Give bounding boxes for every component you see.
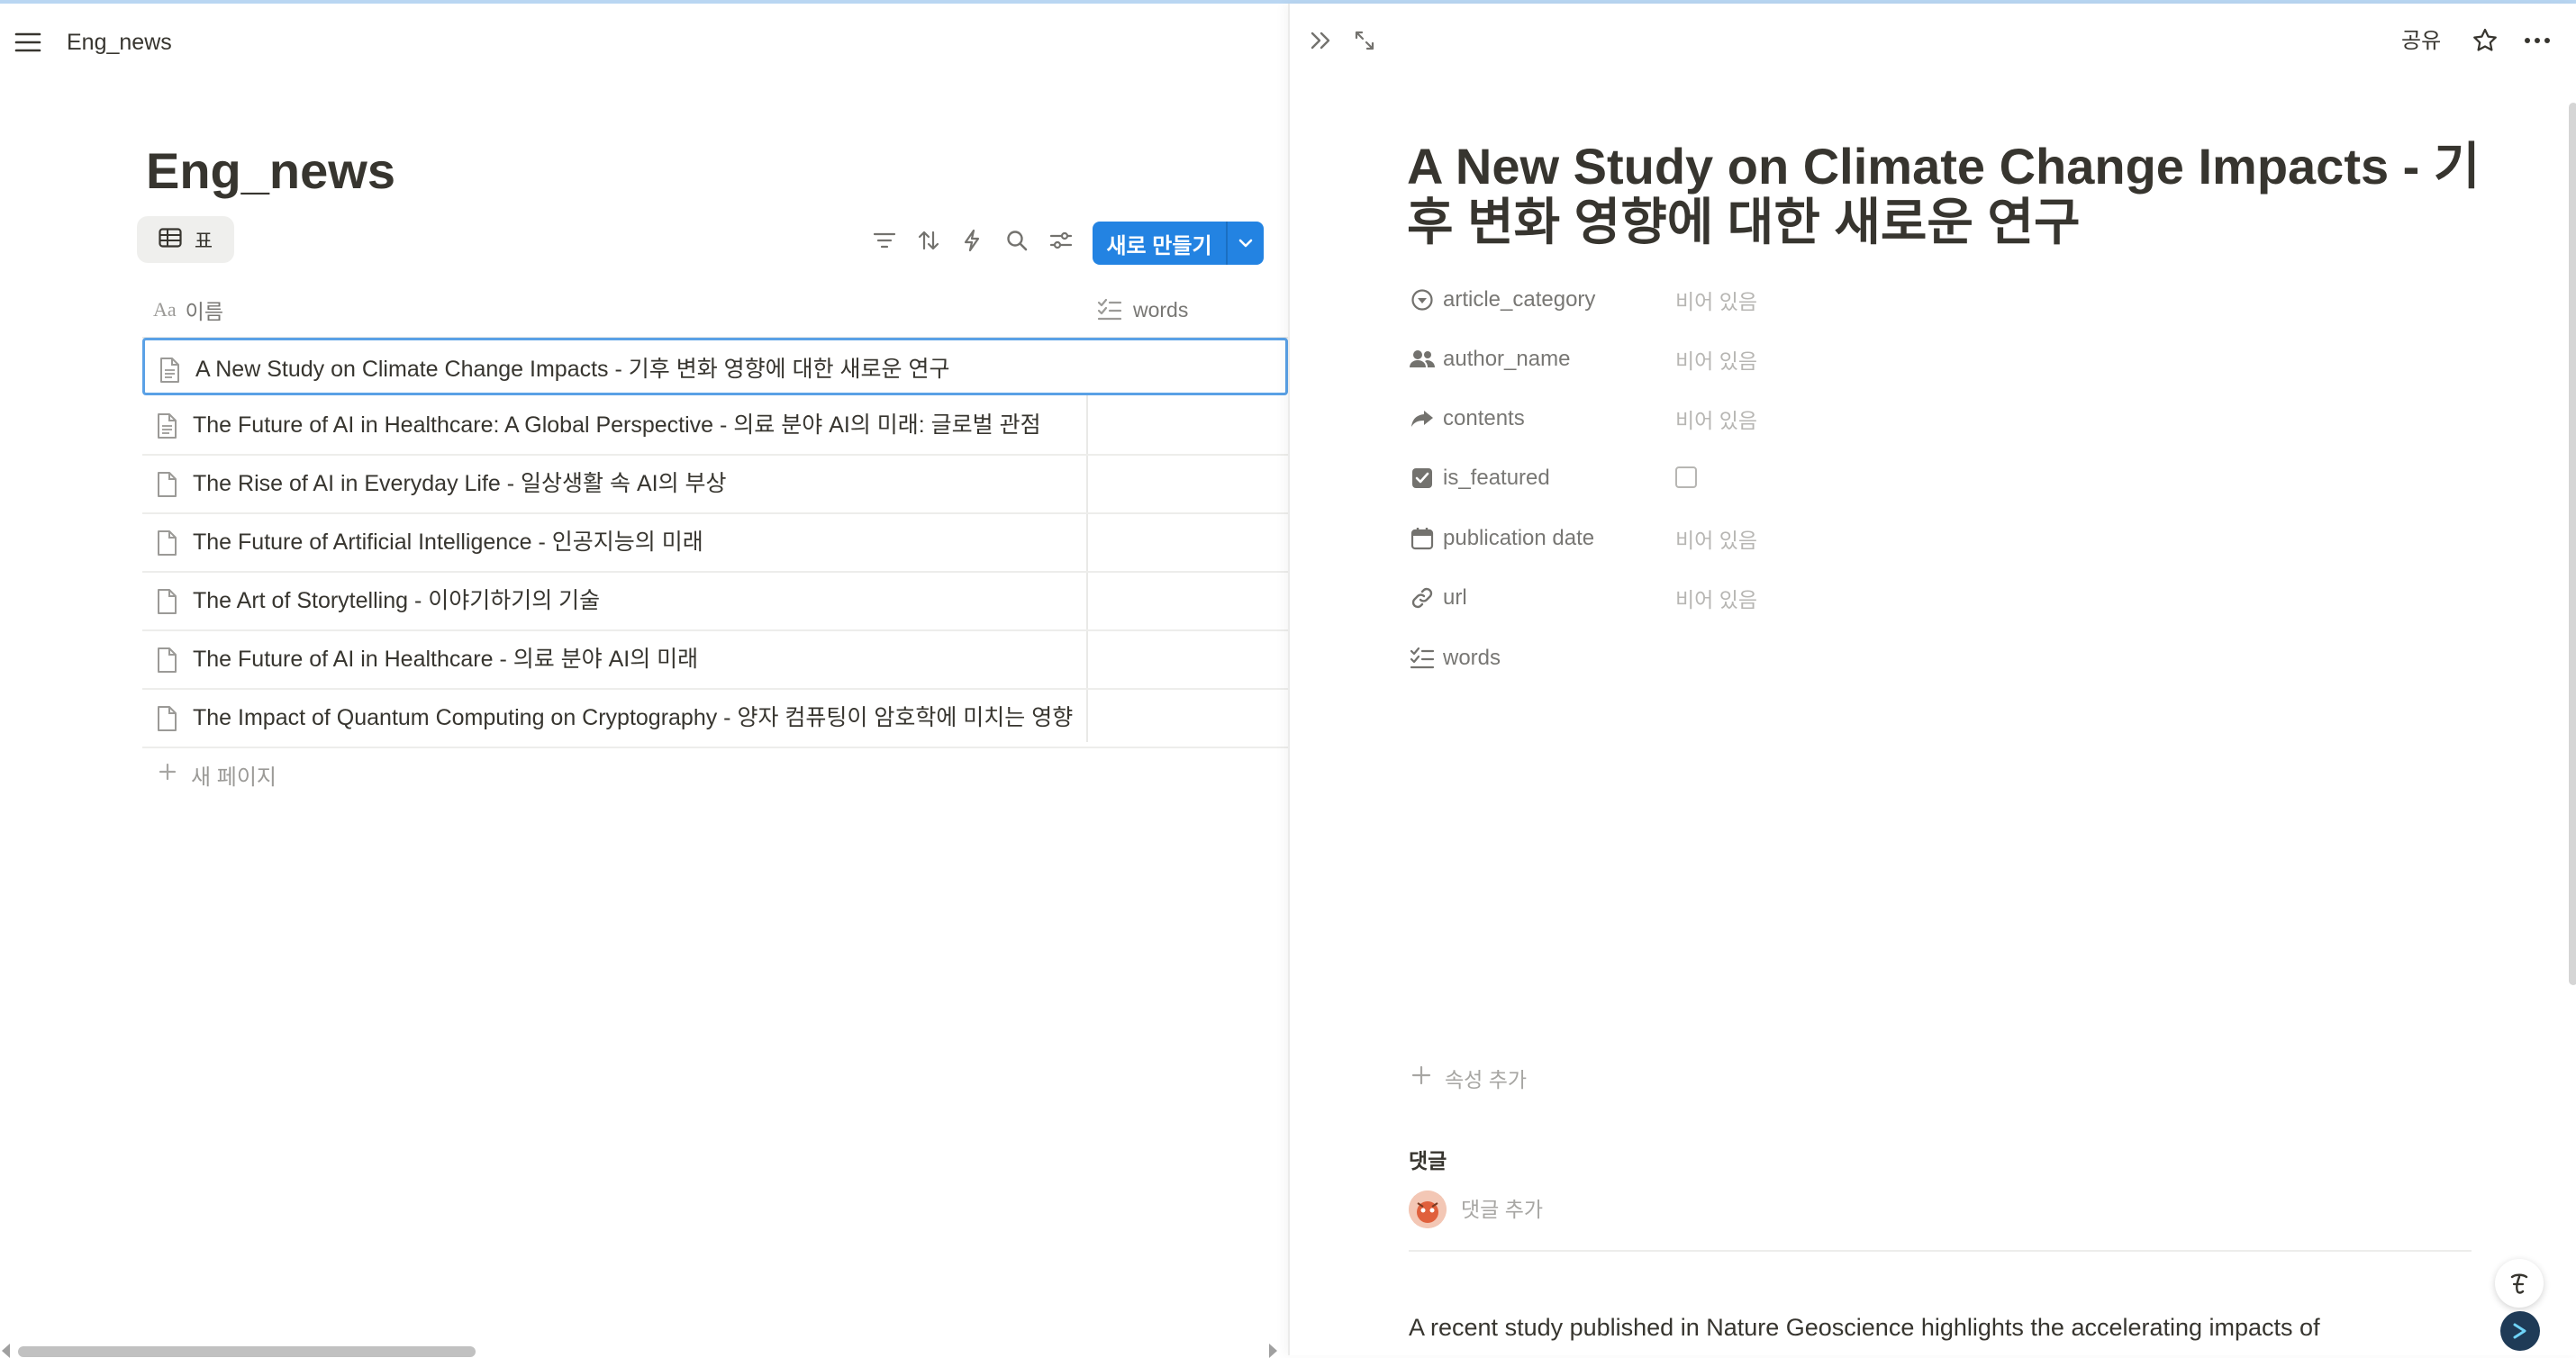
property-name: words [1443,646,1501,670]
filter-icon[interactable] [871,227,898,254]
sort-icon[interactable] [915,227,942,254]
row-title[interactable]: The Future of AI in Healthcare: A Global… [193,396,1041,454]
text-property-icon: Aa [153,298,177,321]
automation-lightning-icon[interactable] [958,227,985,254]
page-icon [155,471,178,498]
is-featured-checkbox[interactable] [1675,466,1697,488]
share-button[interactable]: 공유 [2401,25,2441,58]
row-title[interactable]: The Rise of AI in Everyday Life - 일상생활 속… [193,455,727,512]
scroll-left-arrow-icon[interactable] [2,1344,10,1358]
tab-label: 표 [194,230,213,252]
page-title[interactable]: Eng_news [146,139,395,204]
link-icon [1409,584,1436,611]
plus-icon [159,762,177,787]
search-icon[interactable] [1003,227,1030,254]
property-name: contents [1443,406,1525,430]
people-icon [1409,346,1436,373]
new-button-label: 새로 만들기 [1106,233,1212,258]
property-value[interactable]: 비어 있음 [1675,403,1757,434]
property-author-name[interactable]: author_name 비어 있음 [1409,339,1757,380]
property-value[interactable]: 비어 있음 [1675,344,1757,375]
calendar-icon [1409,525,1436,552]
table-row[interactable]: The Future of AI in Healthcare - 의료 분야 A… [142,630,1288,690]
page-peek-pane: 공유 A New Study on Climate Change Impacts… [1288,4,2576,1355]
column-header-name[interactable]: Aa 이름 [153,288,223,331]
horizontal-scrollbar[interactable] [18,1346,476,1357]
chevron-down-icon[interactable] [1228,238,1264,249]
checklist-icon [1097,298,1122,321]
row-title[interactable]: The Impact of Quantum Computing on Crypt… [193,689,1073,747]
property-name: url [1443,585,1467,610]
page-icon [155,412,178,439]
close-peek-double-chevron-icon[interactable] [1306,25,1337,56]
document-body[interactable]: A recent study published in Nature Geosc… [1409,1306,2472,1349]
table-row[interactable]: The Art of Storytelling - 이야기하기의 기술 [142,572,1288,631]
row-title[interactable]: A New Study on Climate Change Impacts - … [195,340,950,398]
breadcrumb[interactable]: Eng_news [67,27,172,58]
column-header-label: 이름 [185,300,223,323]
property-name: article_category [1443,287,1596,312]
relation-arrow-icon [1409,405,1436,432]
property-words[interactable]: words [1409,638,1668,679]
add-comment-input[interactable]: 댓글 추가 [1461,1194,1543,1225]
hamburger-menu-icon[interactable] [13,27,43,58]
checkbox-icon [1409,465,1436,492]
new-item-button[interactable]: 새로 만들기 [1093,222,1264,265]
view-settings-icon[interactable] [1048,227,1075,254]
table-icon [159,227,182,252]
page-icon [155,530,178,557]
page-icon [158,357,181,384]
more-options-icon[interactable] [2522,25,2553,56]
vertical-scrollbar[interactable] [2569,103,2576,985]
property-name: is_featured [1443,466,1550,490]
ai-assistant-icon[interactable] [2495,1259,2544,1308]
property-value[interactable]: 비어 있음 [1675,583,1757,613]
row-title[interactable]: The Art of Storytelling - 이야기하기의 기술 [193,572,600,629]
comments-heading: 댓글 [1409,1149,1447,1172]
column-header-label: words [1133,297,1189,321]
tab-table-view[interactable]: 표 [137,216,234,263]
row-title[interactable]: The Future of Artificial Intelligence - … [193,513,703,571]
avatar [1409,1191,1447,1228]
page-icon [155,647,178,674]
scroll-right-arrow-icon[interactable] [1269,1344,1277,1358]
table-row[interactable]: A New Study on Climate Change Impacts - … [142,338,1288,395]
property-name: author_name [1443,347,1571,371]
add-property-label: 속성 추가 [1445,1068,1528,1091]
document-title[interactable]: A New Study on Climate Change Impacts - … [1407,139,2488,250]
expand-icon[interactable] [1349,25,1380,56]
column-header-words[interactable]: words [1097,288,1188,331]
property-is-featured[interactable]: is_featured [1409,457,1697,499]
status-icon [1409,286,1436,313]
add-property-button[interactable]: 속성 추가 [1410,1063,1527,1093]
property-value[interactable]: 비어 있음 [1675,523,1757,554]
property-url[interactable]: url 비어 있음 [1409,577,1757,619]
property-name: publication date [1443,526,1595,550]
page-icon [155,705,178,732]
property-value[interactable]: 비어 있음 [1675,285,1757,315]
checklist-icon [1409,645,1436,672]
page-icon [155,588,178,615]
property-publication-date[interactable]: publication date 비어 있음 [1409,518,1757,559]
table-row[interactable]: The Rise of AI in Everyday Life - 일상생활 속… [142,455,1288,514]
table-row[interactable]: The Future of AI in Healthcare: A Global… [142,396,1288,456]
table-row[interactable]: The Future of Artificial Intelligence - … [142,513,1288,573]
new-page-label: 새 페이지 [191,765,277,790]
row-title[interactable]: The Future of AI in Healthcare - 의료 분야 A… [193,630,698,688]
plus-icon [1410,1064,1432,1091]
property-contents[interactable]: contents 비어 있음 [1409,398,1757,439]
comment-divider [1409,1250,2472,1252]
star-icon[interactable] [2470,25,2500,56]
table-row[interactable]: The Impact of Quantum Computing on Crypt… [142,689,1288,748]
database-pane: Eng_news Eng_news 표 새로 만들기 Aa 이름 words A… [0,4,1288,1358]
extension-icon[interactable] [2500,1311,2540,1351]
property-article-category[interactable]: article_category 비어 있음 [1409,279,1757,321]
new-page-button[interactable]: 새 페이지 [159,758,277,791]
